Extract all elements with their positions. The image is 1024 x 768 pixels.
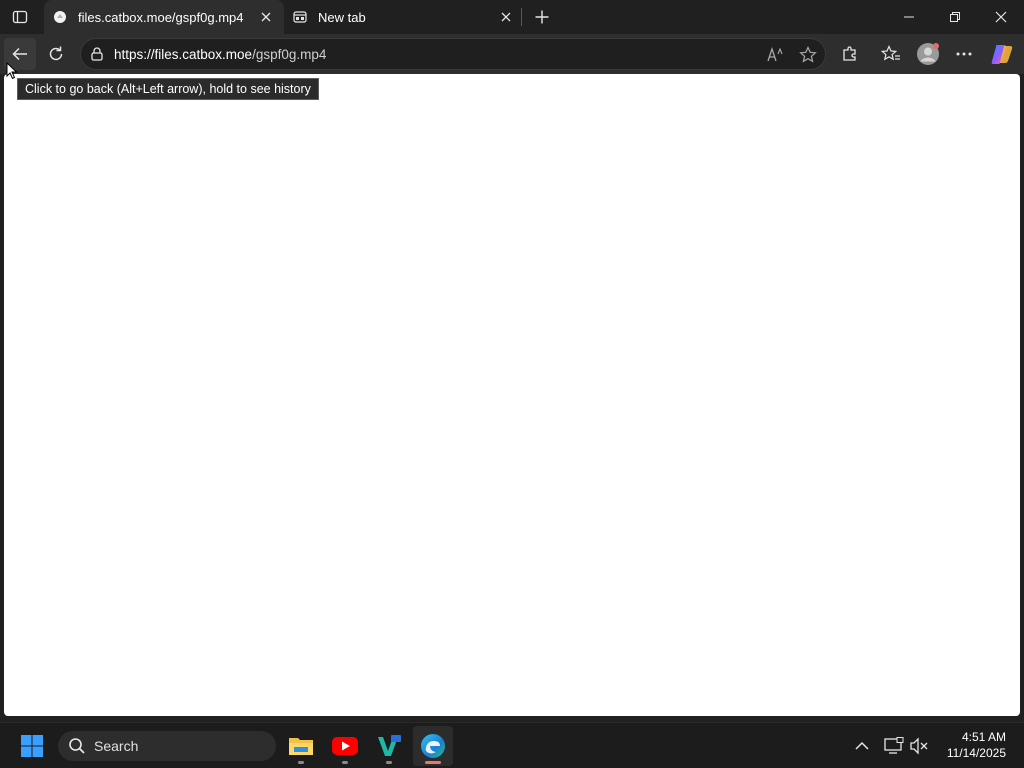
taskbar-clock[interactable]: 4:51 AM 11/14/2025 bbox=[947, 729, 1006, 761]
new-tab-icon bbox=[292, 9, 308, 25]
tab-active[interactable]: files.catbox.moe/gspf0g.mp4 bbox=[44, 0, 284, 34]
avatar-icon bbox=[917, 43, 939, 65]
refresh-button[interactable] bbox=[40, 38, 72, 70]
start-button[interactable] bbox=[12, 726, 52, 766]
close-tab-icon[interactable] bbox=[496, 7, 516, 27]
tab-strip: files.catbox.moe/gspf0g.mp4 New tab bbox=[0, 0, 1024, 34]
speaker-muted-icon bbox=[910, 737, 928, 755]
copilot-button[interactable] bbox=[986, 38, 1018, 70]
restore-button[interactable] bbox=[932, 0, 978, 34]
tab-actions-button[interactable] bbox=[6, 4, 34, 30]
copilot-icon bbox=[991, 45, 1013, 64]
running-indicator bbox=[342, 761, 348, 764]
plus-icon bbox=[535, 10, 549, 24]
tab-title: New tab bbox=[318, 9, 366, 25]
windows-logo-icon bbox=[21, 735, 43, 757]
taskbar-app[interactable] bbox=[369, 726, 409, 766]
url-path: /gspf0g.mp4 bbox=[252, 47, 327, 62]
tab-new-tab[interactable]: New tab bbox=[284, 0, 524, 34]
minimize-icon bbox=[904, 16, 914, 18]
vscode-like-icon bbox=[378, 735, 401, 756]
taskbar-file-explorer[interactable] bbox=[281, 726, 321, 766]
file-explorer-icon bbox=[289, 738, 313, 755]
settings-more-button[interactable] bbox=[948, 38, 980, 70]
refresh-icon bbox=[49, 46, 63, 61]
read-aloud-icon[interactable] bbox=[765, 45, 787, 65]
running-indicator bbox=[298, 761, 304, 764]
tab-divider bbox=[521, 8, 522, 26]
windows-taskbar: Search 4:51 AM 11/14/2025 bbox=[0, 722, 1024, 768]
taskbar-search[interactable]: Search bbox=[58, 731, 276, 761]
browser-window: files.catbox.moe/gspf0g.mp4 New tab http… bbox=[0, 0, 1024, 722]
search-icon bbox=[69, 738, 85, 754]
address-bar[interactable]: https://files.catbox.moe/gspf0g.mp4 bbox=[80, 38, 826, 70]
page-content-blank[interactable] bbox=[4, 74, 1020, 716]
back-arrow-icon bbox=[12, 47, 27, 61]
more-dots-icon bbox=[956, 52, 972, 56]
youtube-icon bbox=[332, 737, 358, 755]
running-indicator bbox=[386, 761, 392, 764]
edge-icon bbox=[421, 734, 445, 758]
tab-actions-icon bbox=[12, 10, 28, 24]
display-network-icon bbox=[884, 737, 904, 754]
profile-button[interactable] bbox=[912, 38, 944, 70]
active-indicator bbox=[425, 761, 441, 764]
favorite-star-icon[interactable] bbox=[797, 45, 819, 65]
network-tray-button[interactable] bbox=[883, 735, 905, 757]
taskbar-edge[interactable] bbox=[413, 726, 453, 766]
extensions-button[interactable] bbox=[834, 38, 866, 70]
url-text: https://files.catbox.moe/gspf0g.mp4 bbox=[114, 47, 326, 62]
minimize-button[interactable] bbox=[886, 0, 932, 34]
url-host: https://files.catbox.moe bbox=[114, 47, 253, 62]
lock-icon[interactable] bbox=[89, 46, 105, 62]
new-tab-button[interactable] bbox=[528, 3, 556, 31]
close-tab-icon[interactable] bbox=[256, 7, 276, 27]
show-hidden-icons-button[interactable] bbox=[851, 735, 873, 757]
chevron-up-icon bbox=[855, 741, 869, 750]
volume-tray-button[interactable] bbox=[908, 735, 930, 757]
close-icon bbox=[995, 11, 1007, 23]
catbox-favicon-icon bbox=[52, 9, 68, 25]
tab-title: files.catbox.moe/gspf0g.mp4 bbox=[78, 9, 244, 25]
back-button-tooltip: Click to go back (Alt+Left arrow), hold … bbox=[17, 78, 319, 100]
mouse-cursor-icon bbox=[6, 62, 18, 80]
puzzle-icon bbox=[843, 46, 856, 61]
browser-toolbar: https://files.catbox.moe/gspf0g.mp4 bbox=[0, 34, 1024, 74]
close-window-button[interactable] bbox=[978, 0, 1024, 34]
taskbar-youtube[interactable] bbox=[325, 726, 365, 766]
restore-icon bbox=[950, 12, 960, 22]
clock-time: 4:51 AM bbox=[961, 730, 1006, 744]
search-label: Search bbox=[94, 738, 139, 754]
clock-date: 11/14/2025 bbox=[946, 746, 1006, 760]
favorites-button[interactable] bbox=[875, 38, 907, 70]
favorites-list-icon bbox=[881, 45, 900, 61]
